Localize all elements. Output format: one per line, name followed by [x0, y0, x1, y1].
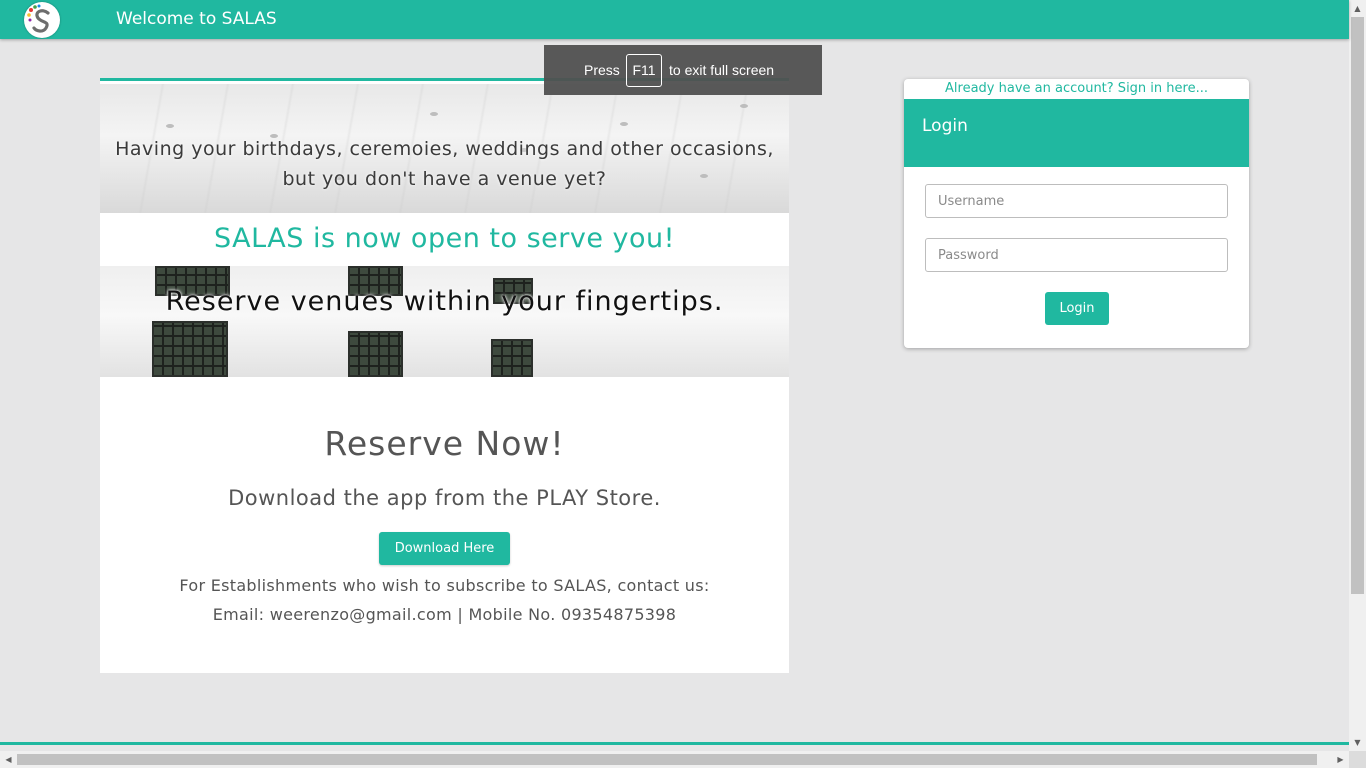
scroll-up-arrow-icon[interactable]: ▲: [1349, 0, 1366, 17]
login-header: Login: [904, 99, 1249, 167]
toast-press-text: Press: [584, 62, 620, 78]
headline-text: SALAS is now open to serve you!: [214, 223, 675, 254]
banner-hall-image: Reserve venues within your fingertips.: [100, 266, 789, 377]
page-title: Welcome to SALAS: [116, 9, 277, 29]
f11-key-badge: F11: [626, 54, 662, 87]
scroll-left-arrow-icon[interactable]: ◀: [0, 751, 17, 768]
horizontal-scrollbar[interactable]: ◀ ▶: [0, 751, 1349, 768]
salas-logo-icon[interactable]: [24, 2, 60, 38]
tagline-text: Reserve venues within your fingertips.: [165, 286, 724, 317]
banner-question-text: Having your birthdays, ceremoies, weddin…: [115, 138, 774, 190]
scroll-right-arrow-icon[interactable]: ▶: [1332, 751, 1349, 768]
contact-details-text: Email: weerenzo@gmail.com | Mobile No. 0…: [212, 605, 677, 624]
banner-ceiling-image: Having your birthdays, ceremoies, weddin…: [100, 84, 789, 213]
reserve-now-heading: Reserve Now!: [324, 424, 565, 463]
scroll-down-arrow-icon[interactable]: ▼: [1349, 734, 1366, 751]
top-navbar: Welcome to SALAS: [0, 0, 1349, 39]
login-header-title: Login: [922, 116, 968, 136]
horizontal-scroll-thumb[interactable]: [17, 754, 1317, 765]
vertical-scrollbar[interactable]: ▲ ▼: [1349, 0, 1366, 751]
sign-in-link[interactable]: Already have an account? Sign in here...: [904, 81, 1249, 96]
password-input[interactable]: [925, 238, 1228, 272]
vertical-scroll-thumb[interactable]: [1351, 17, 1364, 594]
scrollbar-corner: [1349, 751, 1366, 768]
download-subtitle: Download the app from the PLAY Store.: [228, 486, 661, 510]
login-panel: Already have an account? Sign in here...…: [904, 79, 1249, 348]
promo-card: Having your birthdays, ceremoies, weddin…: [100, 78, 789, 673]
download-here-button[interactable]: Download Here: [379, 532, 510, 565]
fullscreen-exit-toast: Press F11 to exit full screen: [544, 45, 822, 95]
login-button[interactable]: Login: [1045, 292, 1109, 325]
contact-intro-text: For Establishments who wish to subscribe…: [179, 576, 710, 595]
username-input[interactable]: [925, 184, 1228, 218]
toast-exit-text: to exit full screen: [669, 62, 775, 78]
footer-divider: [0, 742, 1349, 745]
